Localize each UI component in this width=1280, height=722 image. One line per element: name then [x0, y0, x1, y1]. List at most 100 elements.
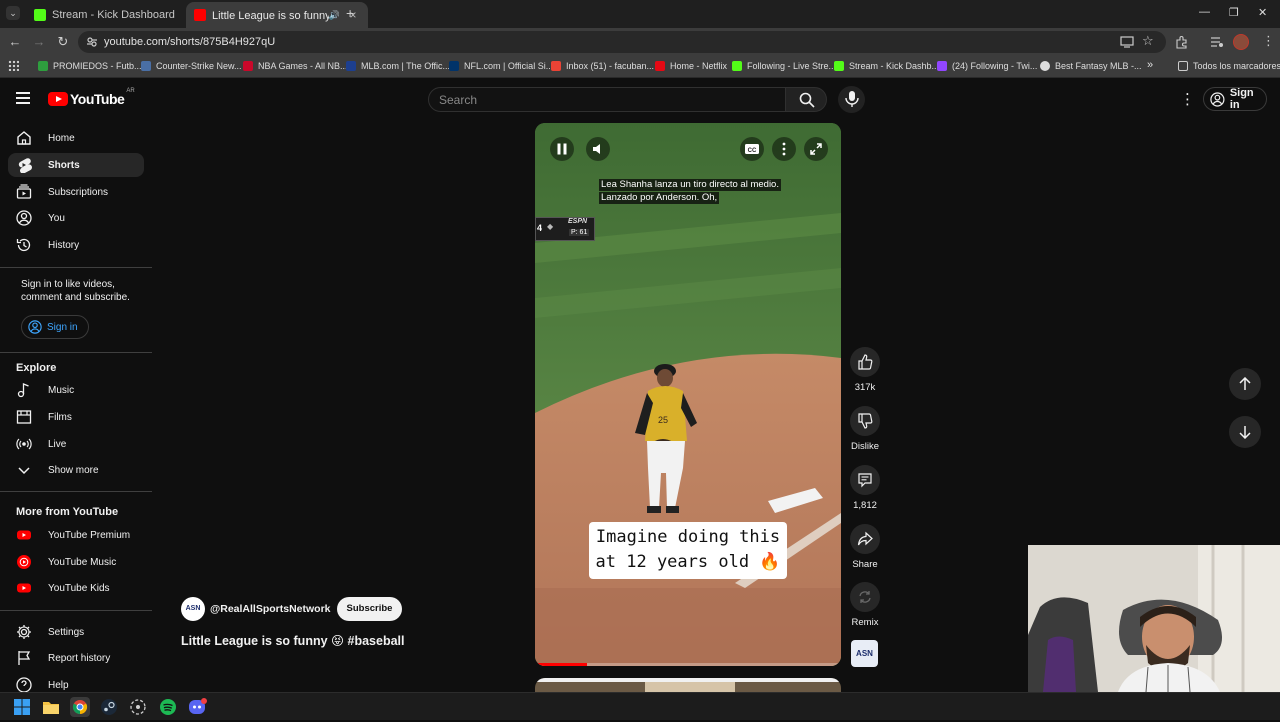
bookmark-item[interactable]: Following - Live Stre... — [732, 61, 836, 71]
app-icon[interactable] — [128, 697, 148, 717]
share-button[interactable]: Share — [848, 524, 882, 570]
next-short-preview[interactable] — [535, 678, 841, 692]
comments-button[interactable]: 1,812 — [848, 465, 882, 511]
volume-button[interactable] — [586, 137, 610, 161]
all-bookmarks-folder[interactable]: Todos los marcadores — [1178, 61, 1280, 71]
shorts-player[interactable]: 25 4 ◆ ESPN P: 61 CC Lea Shanha lanza un… — [535, 123, 841, 666]
media-controls-icon[interactable] — [1210, 35, 1224, 49]
sound-channel-avatar[interactable]: ASN — [851, 640, 878, 667]
reload-icon[interactable]: ↻ — [55, 34, 71, 50]
bookmark-item[interactable]: Counter-Strike New... — [141, 61, 242, 71]
bookmark-favicon-icon — [243, 61, 253, 71]
bookmark-item[interactable]: Home - Netflix — [655, 61, 727, 71]
browser-tab-youtube[interactable]: Little League is so funny 😝 🔊 × — [186, 2, 368, 28]
bookmark-item[interactable]: PROMIEDOS - Futb... — [38, 61, 142, 71]
channel-avatar[interactable]: ASN — [181, 597, 205, 621]
install-app-icon[interactable] — [1120, 35, 1134, 49]
sidebar-item-history[interactable]: History — [8, 233, 144, 257]
sidebar-item-music[interactable]: Music — [8, 378, 144, 402]
sidebar-item-youtube-premium[interactable]: YouTube Premium — [8, 523, 144, 547]
next-short-button[interactable] — [1229, 416, 1261, 448]
sidebar-item-settings[interactable]: Settings — [8, 620, 144, 644]
extensions-icon[interactable] — [1175, 35, 1189, 49]
windows-start-icon[interactable] — [12, 697, 32, 717]
sidebar-item-label: You — [48, 212, 65, 224]
more-options-button[interactable] — [772, 137, 796, 161]
sidebar-item-youtube-music[interactable]: YouTube Music — [8, 550, 144, 574]
youtube-logo[interactable]: YouTube AR — [48, 88, 135, 107]
fullscreen-button[interactable] — [804, 137, 828, 161]
settings-menu-icon[interactable]: ⋮ — [1180, 90, 1195, 108]
spotify-icon[interactable] — [158, 697, 178, 717]
sidebar-item-youtube-kids[interactable]: YouTube Kids — [8, 576, 144, 600]
address-bar[interactable]: youtube.com/shorts/875B4H927qU — [78, 31, 1166, 53]
site-info-icon[interactable] — [86, 36, 98, 48]
bookmark-favicon-icon — [1040, 61, 1050, 71]
sidebar-divider — [0, 491, 152, 492]
browser-menu-icon[interactable]: ⋮ — [1262, 33, 1275, 49]
sidebar-item-report-history[interactable]: Report history — [8, 646, 144, 670]
comment-count: 1,812 — [853, 500, 877, 511]
remix-button[interactable]: Remix — [848, 582, 882, 628]
sign-in-button[interactable]: Sign in — [1203, 87, 1267, 111]
pause-button[interactable] — [550, 137, 574, 161]
back-icon[interactable]: ← — [7, 34, 23, 50]
sidebar-item-label: History — [48, 239, 80, 251]
closed-captions: Lea Shanha lanza un tiro directo al medi… — [599, 179, 781, 205]
progress-bar[interactable] — [535, 663, 841, 666]
video-text-overlay: Imagine doing this at 12 years old 🔥 — [589, 522, 787, 579]
sidebar-item-films[interactable]: Films — [8, 405, 144, 429]
bookmark-item[interactable]: MLB.com | The Offic... — [346, 61, 450, 71]
maximize-icon[interactable]: ❐ — [1229, 6, 1239, 19]
bookmarks-overflow-icon[interactable]: » — [1147, 59, 1153, 71]
bookmark-item[interactable]: Best Fantasy MLB -... — [1040, 61, 1142, 71]
sidebar-item-subscriptions[interactable]: Subscriptions — [8, 180, 144, 204]
dislike-button[interactable]: Dislike — [848, 406, 882, 452]
subscribe-button[interactable]: Subscribe — [336, 597, 403, 621]
window-close-icon[interactable]: ✕ — [1258, 6, 1267, 19]
bookmark-favicon-icon — [141, 61, 151, 71]
bookmark-star-icon[interactable]: ☆ — [1142, 33, 1154, 49]
discord-icon[interactable] — [187, 697, 207, 717]
forward-icon[interactable]: → — [31, 34, 47, 50]
apps-grid-icon[interactable] — [8, 60, 19, 71]
steam-icon[interactable] — [99, 697, 119, 717]
like-button[interactable]: 317k — [848, 347, 882, 393]
sidebar-item-live[interactable]: Live — [8, 432, 144, 456]
sidebar-item-show-more[interactable]: Show more — [8, 458, 144, 482]
new-tab-button[interactable]: + — [346, 5, 354, 21]
bookmark-item[interactable]: Inbox (51) - facuban... — [551, 61, 654, 71]
chevron-down-icon — [18, 467, 30, 475]
scorebug-network: ESPN — [568, 218, 588, 225]
captions-button[interactable]: CC — [740, 137, 764, 161]
file-explorer-icon[interactable] — [41, 697, 61, 717]
chrome-icon[interactable] — [70, 697, 90, 717]
tab-search-chevron-icon[interactable]: ⌄ — [6, 6, 20, 20]
previous-short-button[interactable] — [1229, 368, 1261, 400]
browser-tab-kick[interactable]: Stream - Kick Dashboard × — [26, 2, 208, 28]
bookmark-favicon-icon — [346, 61, 356, 71]
bookmark-item[interactable]: NBA Games - All NB... — [243, 61, 348, 71]
profile-avatar[interactable] — [1233, 34, 1249, 50]
minimize-icon[interactable]: — — [1199, 6, 1210, 18]
sidebar-item-home[interactable]: Home — [8, 126, 144, 150]
bookmark-item[interactable]: (24) Following - Twi... — [937, 61, 1037, 71]
logo-text: YouTube — [70, 91, 125, 107]
short-title[interactable]: Little League is so funny 😝 #baseball — [181, 633, 405, 648]
voice-search-button[interactable] — [838, 86, 865, 113]
bookmark-item[interactable]: Stream - Kick Dashb... — [834, 61, 939, 71]
url-text: youtube.com/shorts/875B4H927qU — [104, 36, 276, 48]
bookmark-item[interactable]: NFL.com | Official Si... — [449, 61, 553, 71]
search-button[interactable] — [785, 87, 827, 112]
hamburger-menu-icon[interactable] — [16, 92, 30, 104]
search-input[interactable]: Search — [428, 87, 786, 112]
sidebar-sign-in-button[interactable]: Sign in — [21, 315, 89, 339]
sidebar-item-you[interactable]: You — [8, 206, 144, 230]
sidebar-item-shorts[interactable]: Shorts — [8, 153, 144, 177]
speaker-icon[interactable]: 🔊 — [329, 10, 340, 21]
dislike-circle — [850, 406, 880, 436]
like-circle — [850, 347, 880, 377]
channel-handle[interactable]: @RealAllSportsNetwork — [210, 603, 331, 615]
sidebar: Home Shorts Subscriptions You History Si… — [0, 120, 160, 693]
search-icon — [799, 92, 815, 108]
